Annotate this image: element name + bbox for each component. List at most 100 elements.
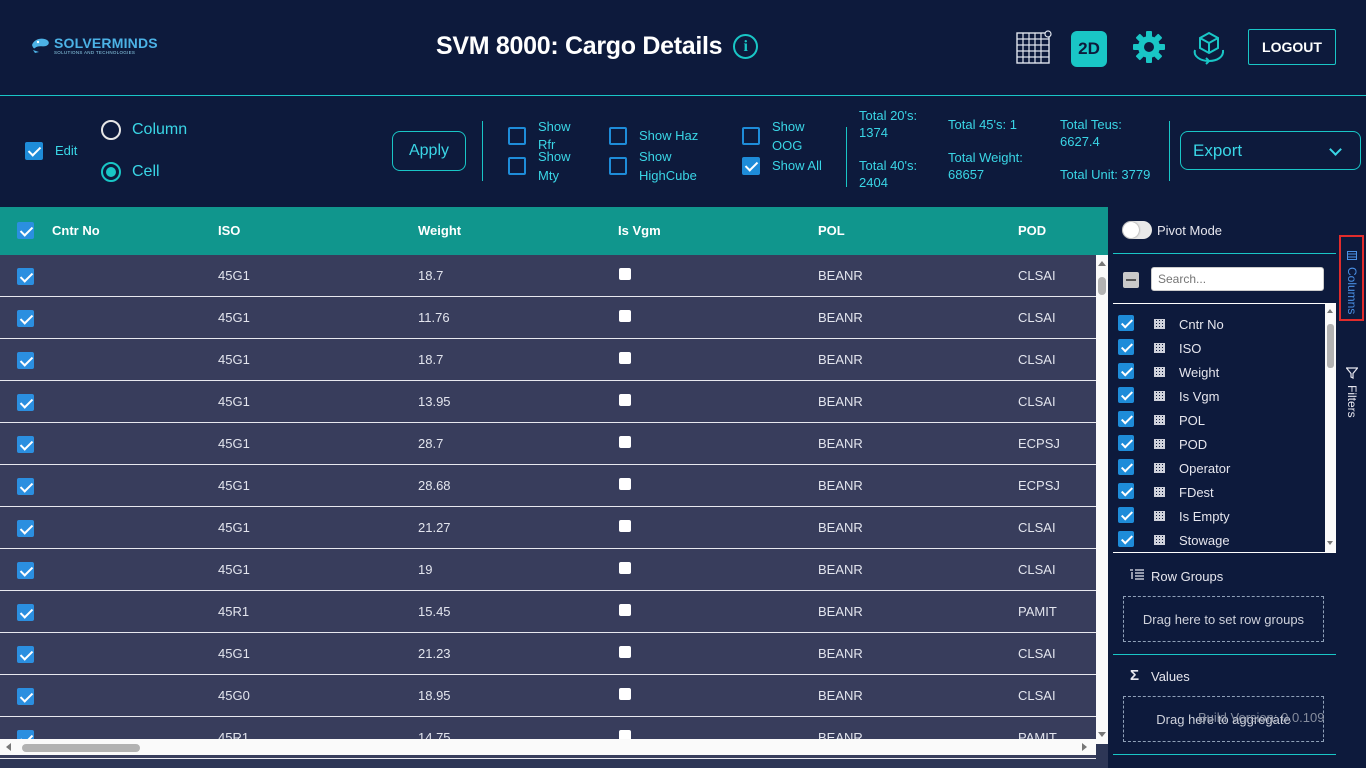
drag-grid-icon[interactable] [1154,535,1165,545]
column-header-iso[interactable]: ISO [218,223,240,238]
cell-iso[interactable]: 45G1 [218,646,250,661]
row-groups-drop-zone[interactable]: Drag here to set row groups [1123,596,1324,642]
column-visible-checkbox[interactable] [1118,315,1134,331]
cell-iso[interactable]: 45G1 [218,562,250,577]
show-highcube-checkbox[interactable] [609,157,627,175]
cell-pol[interactable]: BEANR [818,520,863,535]
cell-weight[interactable]: 11.76 [418,310,450,325]
cell-pol[interactable]: BEANR [818,268,863,283]
row-checkbox[interactable] [17,688,34,705]
cell-iso[interactable]: 45G0 [218,688,250,703]
cell-pol[interactable]: BEANR [818,436,863,451]
column-list-scrollbar[interactable] [1325,304,1336,552]
show-oog-checkbox[interactable] [742,127,760,145]
is-vgm-checkbox[interactable] [619,604,631,616]
column-visible-checkbox[interactable] [1118,411,1134,427]
table-row[interactable]: 45G0 18.95 BEANR CLSAI [0,675,1096,717]
show-haz-checkbox[interactable] [609,127,627,145]
cell-weight[interactable]: 21.23 [418,646,451,661]
cell-pol[interactable]: BEANR [818,604,863,619]
column-list-item[interactable]: Weight [1113,360,1323,384]
row-checkbox[interactable] [17,268,34,285]
cell-pol[interactable]: BEANR [818,688,863,703]
is-vgm-checkbox[interactable] [619,646,631,658]
settings-gear-icon[interactable] [1130,28,1168,66]
is-vgm-checkbox[interactable] [619,352,631,364]
column-visible-checkbox[interactable] [1118,435,1134,451]
table-row[interactable]: 45G1 21.23 BEANR CLSAI [0,633,1096,675]
tab-columns[interactable]: Columns [1339,235,1364,321]
table-row[interactable]: 45G1 28.68 BEANR ECPSJ [0,465,1096,507]
show-mty-checkbox[interactable] [508,157,526,175]
2d-view-icon[interactable]: 2D [1071,31,1107,67]
cell-pod[interactable]: ECPSJ [1018,478,1060,493]
drag-grid-icon[interactable] [1154,439,1165,449]
column-list-item[interactable]: Stowage [1113,528,1323,552]
column-list-item[interactable]: FDest [1113,480,1323,504]
column-visible-checkbox[interactable] [1118,459,1134,475]
cell-pod[interactable]: CLSAI [1018,268,1056,283]
table-row[interactable]: 45R1 15.45 BEANR PAMIT [0,591,1096,633]
cell-pod[interactable]: CLSAI [1018,688,1056,703]
row-checkbox[interactable] [17,436,34,453]
pivot-mode-toggle[interactable] [1122,221,1152,239]
cell-weight[interactable]: 18.7 [418,268,443,283]
cell-iso[interactable]: 45G1 [218,478,250,493]
bay-grid-icon[interactable] [1014,28,1052,66]
is-vgm-checkbox[interactable] [619,436,631,448]
cell-weight[interactable]: 19 [418,562,432,577]
show-all-checkbox[interactable] [742,157,760,175]
column-list-item[interactable]: Cntr No [1113,312,1323,336]
select-all-columns-checkbox[interactable] [1123,272,1139,288]
column-list-item[interactable]: Is Empty [1113,504,1323,528]
table-row[interactable]: 45G1 28.7 BEANR ECPSJ [0,423,1096,465]
cell-pod[interactable]: CLSAI [1018,310,1056,325]
row-checkbox[interactable] [17,604,34,621]
drag-grid-icon[interactable] [1154,415,1165,425]
row-checkbox[interactable] [17,478,34,495]
drag-grid-icon[interactable] [1154,343,1165,353]
cell-pol[interactable]: BEANR [818,646,863,661]
column-visible-checkbox[interactable] [1118,483,1134,499]
is-vgm-checkbox[interactable] [619,394,631,406]
drag-grid-icon[interactable] [1154,367,1165,377]
column-list-item[interactable]: ISO [1113,336,1323,360]
column-header-pol[interactable]: POL [818,223,845,238]
drag-grid-icon[interactable] [1154,511,1165,521]
scroll-left-icon[interactable] [6,743,11,751]
scroll-down-icon[interactable] [1098,732,1106,737]
row-checkbox[interactable] [17,520,34,537]
cell-iso[interactable]: 45R1 [218,604,249,619]
info-icon[interactable]: i [733,34,759,59]
cell-iso[interactable]: 45G1 [218,436,250,451]
export-dropdown[interactable]: Export [1180,131,1361,170]
is-vgm-checkbox[interactable] [619,268,631,280]
is-vgm-checkbox[interactable] [619,310,631,322]
drag-grid-icon[interactable] [1154,487,1165,497]
cell-weight[interactable]: 21.27 [418,520,451,535]
3d-cube-icon[interactable] [1190,28,1228,66]
drag-grid-icon[interactable] [1154,463,1165,473]
column-header-cntr-no[interactable]: Cntr No [52,223,100,238]
column-search-input[interactable] [1151,267,1324,291]
column-list-item[interactable]: POD [1113,432,1323,456]
is-vgm-checkbox[interactable] [619,520,631,532]
cell-pol[interactable]: BEANR [818,310,863,325]
drag-grid-icon[interactable] [1154,391,1165,401]
cell-weight[interactable]: 13.95 [418,394,451,409]
cell-pol[interactable]: BEANR [818,352,863,367]
column-list-item[interactable]: Operator [1113,456,1323,480]
tab-filters[interactable]: Filters [1345,385,1359,418]
column-list-item[interactable]: Is Vgm [1113,384,1323,408]
scroll-up-icon[interactable] [1327,309,1333,313]
apply-button[interactable]: Apply [392,131,466,171]
is-vgm-checkbox[interactable] [619,478,631,490]
show-rfr-checkbox[interactable] [508,127,526,145]
table-row[interactable]: 45G1 18.7 BEANR CLSAI [0,339,1096,381]
cell-pod[interactable]: PAMIT [1018,604,1057,619]
select-all-checkbox[interactable] [17,222,34,239]
cell-iso[interactable]: 45G1 [218,310,250,325]
column-visible-checkbox[interactable] [1118,507,1134,523]
cell-pod[interactable]: CLSAI [1018,562,1056,577]
cell-weight[interactable]: 15.45 [418,604,451,619]
